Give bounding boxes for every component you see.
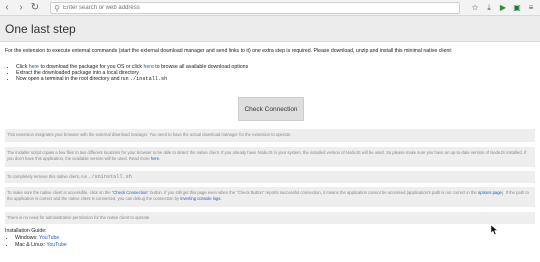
- install-steps: Click here to download the package for y…: [10, 64, 248, 82]
- play-icon[interactable]: ▶: [498, 2, 508, 13]
- install-command: ./install.sh: [129, 76, 168, 82]
- star-icon[interactable]: ☆: [470, 2, 480, 13]
- notice-text: .: [159, 155, 161, 161]
- notice-box: To completely remove this native client,…: [5, 171, 535, 183]
- notice-text: " button. If you still get this page eve…: [147, 190, 478, 195]
- notice-box: There is no need for administrative perm…: [5, 212, 535, 224]
- notice-box: To make sure the native client is access…: [5, 187, 535, 207]
- page-header: One last step: [0, 16, 540, 42]
- mac-linux-youtube-link[interactable]: YouTube: [46, 242, 66, 248]
- list-item: Mac & Linux: YouTube: [15, 242, 67, 249]
- guide-label: Windows:: [15, 235, 39, 241]
- browser-toolbar: ‹ › ↻ ⚲ ☆ ⤓ ▶ ▣ ≡: [0, 0, 540, 16]
- notice-text: There is no need for administrative perm…: [7, 215, 151, 220]
- intro-text: For the extension to execute external co…: [5, 48, 453, 54]
- page-title: One last step: [5, 22, 76, 36]
- options-page-link[interactable]: options page: [478, 190, 502, 195]
- list-item: Windows: YouTube: [15, 235, 67, 242]
- notice-text: To completely remove this native client,…: [7, 174, 89, 179]
- windows-youtube-link[interactable]: YouTube: [39, 235, 59, 241]
- step-text: to browse all available download options: [153, 64, 249, 70]
- reload-icon[interactable]: ↻: [28, 1, 42, 15]
- search-icon: ⚲: [54, 3, 60, 13]
- uninstall-command: ./uninstall.sh: [88, 174, 132, 180]
- notice-box: The installer script copies a few files …: [5, 147, 535, 167]
- guide-label: Mac & Linux:: [15, 242, 47, 248]
- forward-icon[interactable]: ›: [14, 1, 28, 15]
- read-more-link[interactable]: here: [151, 156, 159, 161]
- guide-title: Installation Guide:: [5, 228, 47, 234]
- notice-text: The installer script copies a few files …: [7, 150, 527, 161]
- mouse-cursor-icon: [491, 225, 499, 235]
- browse-downloads-link[interactable]: here: [143, 64, 153, 70]
- download-icon[interactable]: ⤓: [484, 2, 494, 13]
- url-input[interactable]: [63, 5, 448, 11]
- console-logs-link[interactable]: inverting console logs: [180, 196, 220, 201]
- installation-guide: Installation Guide: Windows: YouTube Mac…: [5, 228, 67, 249]
- notice-text: This extension integrates your browser w…: [7, 132, 292, 137]
- url-bar[interactable]: ⚲: [50, 2, 460, 14]
- notice-box: This extension integrates your browser w…: [5, 129, 535, 142]
- check-connection-link[interactable]: Check Connection: [113, 190, 147, 195]
- extension-icon[interactable]: ▣: [512, 2, 522, 13]
- notice-text: .: [220, 195, 222, 201]
- notice-text: To make sure the native client is access…: [7, 190, 114, 195]
- check-connection-button[interactable]: Check Connection: [238, 97, 304, 121]
- back-icon[interactable]: ‹: [0, 1, 14, 15]
- list-item: Now open a terminal in the root director…: [16, 76, 248, 82]
- menu-icon[interactable]: ≡: [526, 2, 536, 13]
- step-text: Now open a terminal in the root director…: [16, 76, 130, 82]
